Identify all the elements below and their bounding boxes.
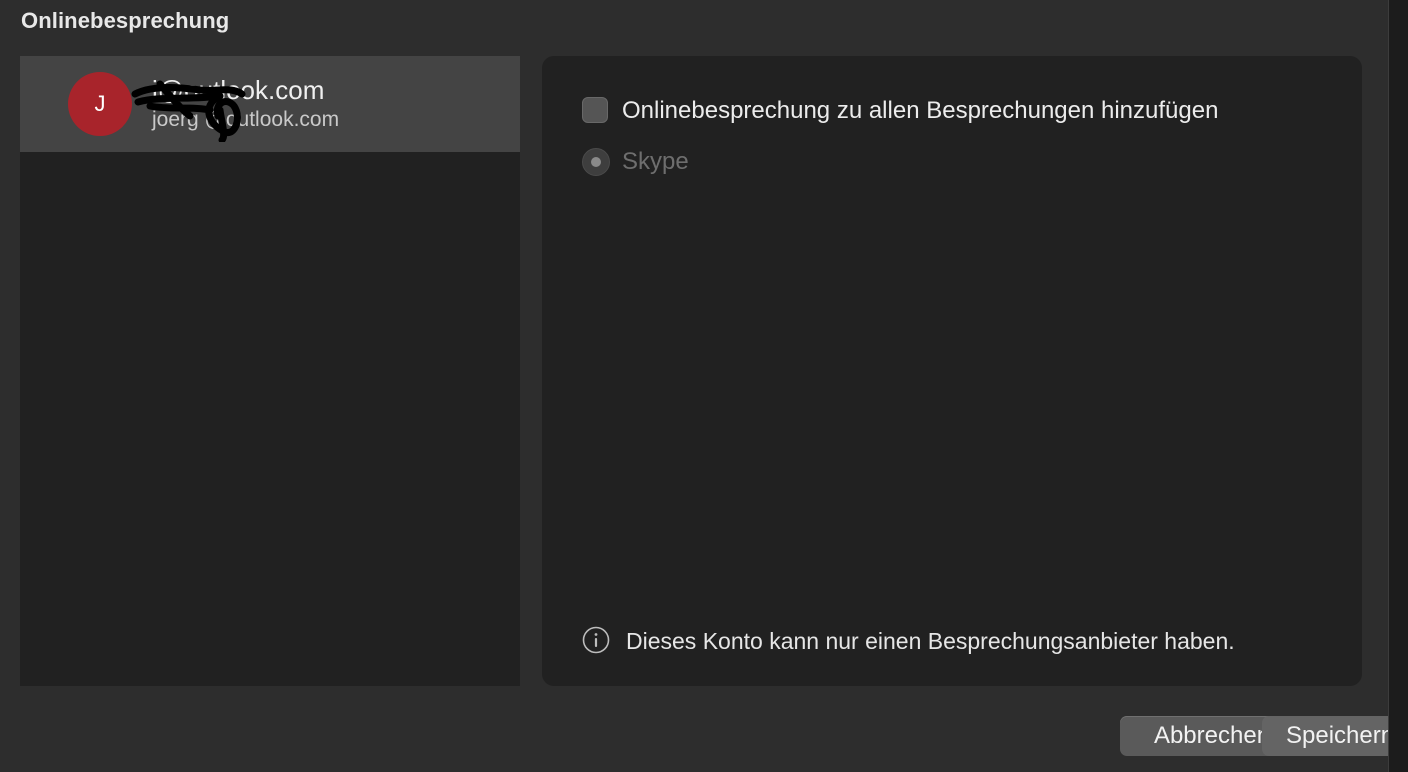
radio-dot — [591, 157, 601, 167]
account-list-item[interactable]: J i@outlook.com joerg @outlook.com — [20, 56, 520, 152]
avatar-initial: J — [94, 91, 106, 116]
settings-panel: Onlinebesprechung zu allen Besprechungen… — [542, 56, 1362, 686]
skype-radio[interactable] — [582, 148, 610, 176]
online-meeting-checkbox-label[interactable]: Onlinebesprechung zu allen Besprechungen… — [622, 97, 1218, 125]
dialog-title: Onlinebesprechung — [21, 8, 230, 33]
info-circle-icon — [582, 626, 610, 654]
skype-radio-label: Skype — [622, 148, 689, 175]
account-list: J i@outlook.com joerg @outlook.com — [20, 56, 520, 686]
online-meeting-checkbox[interactable] — [582, 97, 608, 123]
info-text: Dieses Konto kann nur einen Besprechungs… — [626, 628, 1235, 654]
window-edge — [1388, 0, 1408, 772]
save-button[interactable]: Speichern — [1262, 716, 1388, 756]
dialog-window: Onlinebesprechung J i@outlook.com joerg … — [0, 0, 1388, 772]
avatar: J — [68, 72, 132, 136]
redaction-scribble — [131, 80, 246, 142]
